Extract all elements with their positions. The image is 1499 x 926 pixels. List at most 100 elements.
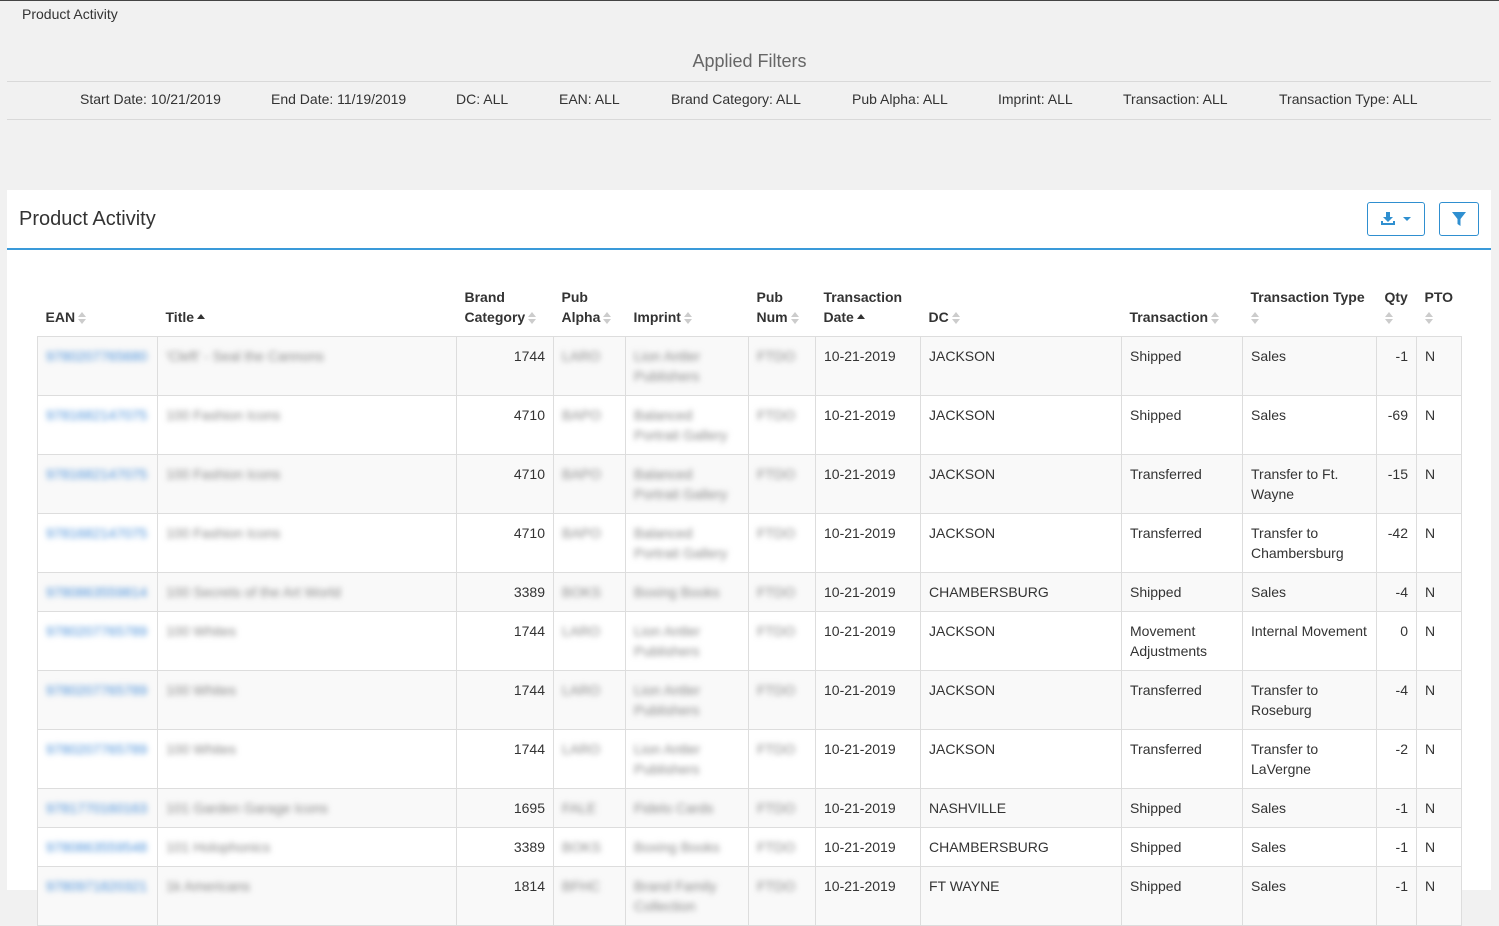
pub-num-cell: FTDO xyxy=(748,513,816,573)
sort-icon xyxy=(1250,311,1259,324)
col-header-ean[interactable]: EAN xyxy=(37,276,158,337)
table-row: 9780207765789 100 Whites 1744 LARO Lion Antl… xyxy=(37,611,1462,671)
brand-category-cell: 3389 xyxy=(456,572,554,612)
table-row: 9780207765789 100 Whites 1744 LARO Lion Antl… xyxy=(37,729,1462,789)
filter-button[interactable] xyxy=(1439,202,1479,236)
sort-asc-icon xyxy=(856,313,865,322)
pub-num-cell: FTDO xyxy=(748,866,816,926)
transaction-type-cell: Sales xyxy=(1242,572,1377,612)
download-icon xyxy=(1381,212,1395,225)
transaction-date-cell: 10-21-2019 xyxy=(815,827,921,867)
ean-cell[interactable]: 9780207765680 xyxy=(37,336,158,396)
imprint-cell: Boxing Books xyxy=(625,572,749,612)
col-header-transaction[interactable]: Transaction xyxy=(1121,276,1243,337)
filter-transaction-type: Transaction Type: ALL xyxy=(1279,91,1418,107)
qty-cell: -1 xyxy=(1376,336,1417,396)
filter-end-date: End Date: 11/19/2019 xyxy=(271,91,407,107)
qty-cell: -4 xyxy=(1376,572,1417,612)
filter-dc: DC: ALL xyxy=(456,91,509,107)
col-header-transaction-date[interactable]: Transaction Date xyxy=(815,276,921,337)
pto-cell: N xyxy=(1416,670,1462,730)
ean-cell[interactable]: 9781682147075 xyxy=(37,395,158,455)
title-cell: 100 Whites xyxy=(157,670,457,730)
col-header-pub-alpha[interactable]: Pub Alpha xyxy=(553,276,626,337)
pto-cell: N xyxy=(1416,513,1462,573)
imprint-cell: Boxing Books xyxy=(625,827,749,867)
ean-cell[interactable]: 9780207765789 xyxy=(37,611,158,671)
table-row: 9780207765789 100 Whites 1744 LARO Lion Antl… xyxy=(37,670,1462,730)
transaction-cell: Transferred xyxy=(1121,729,1243,789)
pub-num-cell: FTDO xyxy=(748,395,816,455)
col-header-transaction-type[interactable]: Transaction Type xyxy=(1242,276,1377,337)
download-button[interactable] xyxy=(1367,202,1425,236)
qty-cell: -15 xyxy=(1376,454,1417,514)
imprint-cell: Balanced Portrait Gallery xyxy=(625,395,749,455)
applied-filters-bar: Start Date: 10/21/2019 End Date: 11/19/2… xyxy=(7,81,1491,120)
col-header-brand-category[interactable]: Brand Category xyxy=(456,276,554,337)
col-header-pub-num[interactable]: Pub Num xyxy=(748,276,816,337)
dc-cell: JACKSON xyxy=(920,611,1122,671)
title-cell: 1k Americans xyxy=(157,866,457,926)
pub-alpha-cell: BAPO xyxy=(553,395,626,455)
table-row: 9780207765680 'Cleft' - Seal the Cannons 1… xyxy=(37,336,1462,396)
chevron-down-icon xyxy=(1403,217,1411,221)
table-row: 9781682147075 100 Fashion Icons 4710 BAPO Ba… xyxy=(37,395,1462,455)
ean-cell[interactable]: 9781682147075 xyxy=(37,513,158,573)
ean-cell[interactable]: 9780971820321 xyxy=(37,866,158,926)
imprint-cell: Balanced Portrait Gallery xyxy=(625,454,749,514)
sort-icon xyxy=(790,311,799,324)
qty-cell: -1 xyxy=(1376,866,1417,926)
pto-cell: N xyxy=(1416,572,1462,612)
pub-num-cell: FTDO xyxy=(748,788,816,828)
ean-cell[interactable]: 9780207765789 xyxy=(37,670,158,730)
pub-num-cell: FTDO xyxy=(748,827,816,867)
dc-cell: JACKSON xyxy=(920,729,1122,789)
product-activity-panel: Product Activity EAN Title Brand Categor… xyxy=(7,190,1491,926)
table-header-row: EAN Title Brand Category Pub Alpha Impri… xyxy=(37,276,1462,337)
imprint-cell: Fidelo Cards xyxy=(625,788,749,828)
dc-cell: NASHVILLE xyxy=(920,788,1122,828)
ean-cell[interactable]: 9781770160163 xyxy=(37,788,158,828)
col-header-dc[interactable]: DC xyxy=(920,276,1122,337)
transaction-date-cell: 10-21-2019 xyxy=(815,611,921,671)
table-row: 9780863559814 100 Secrets of the Art Worl… xyxy=(37,572,1462,612)
sort-asc-icon xyxy=(197,313,206,322)
dc-cell: JACKSON xyxy=(920,670,1122,730)
filter-transaction: Transaction: ALL xyxy=(1123,91,1228,107)
col-header-pto[interactable]: PTO xyxy=(1416,276,1462,337)
sort-icon xyxy=(1384,311,1393,324)
transaction-cell: Movement Adjustments xyxy=(1121,611,1243,671)
transaction-type-cell: Transfer to LaVergne xyxy=(1242,729,1377,789)
sort-icon xyxy=(78,311,87,324)
brand-category-cell: 1744 xyxy=(456,611,554,671)
sort-icon xyxy=(528,311,537,324)
dc-cell: FT WAYNE xyxy=(920,866,1122,926)
ean-cell[interactable]: 9780863559548 xyxy=(37,827,158,867)
col-header-imprint[interactable]: Imprint xyxy=(625,276,749,337)
ean-cell[interactable]: 9780863559814 xyxy=(37,572,158,612)
sort-icon xyxy=(603,311,612,324)
brand-category-cell: 3389 xyxy=(456,827,554,867)
transaction-cell: Shipped xyxy=(1121,395,1243,455)
transaction-date-cell: 10-21-2019 xyxy=(815,866,921,926)
imprint-cell: Brand Family Collection xyxy=(625,866,749,926)
qty-cell: -1 xyxy=(1376,827,1417,867)
title-cell: 'Cleft' - Seal the Cannons xyxy=(157,336,457,396)
qty-cell: -1 xyxy=(1376,788,1417,828)
filter-brand-category: Brand Category: ALL xyxy=(671,91,801,107)
sort-icon xyxy=(1211,311,1220,324)
dc-cell: CHAMBERSBURG xyxy=(920,827,1122,867)
pub-alpha-cell: LARO xyxy=(553,729,626,789)
transaction-type-cell: Transfer to Chambersburg xyxy=(1242,513,1377,573)
col-header-qty[interactable]: Qty xyxy=(1376,276,1417,337)
col-header-title[interactable]: Title xyxy=(157,276,457,337)
pub-num-cell: FTDO xyxy=(748,454,816,514)
ean-cell[interactable]: 9781682147075 xyxy=(37,454,158,514)
dc-cell: CHAMBERSBURG xyxy=(920,572,1122,612)
brand-category-cell: 4710 xyxy=(456,513,554,573)
sort-icon xyxy=(1424,311,1433,324)
title-cell: 101 Holophonics xyxy=(157,827,457,867)
title-cell: 100 Whites xyxy=(157,611,457,671)
qty-cell: -2 xyxy=(1376,729,1417,789)
ean-cell[interactable]: 9780207765789 xyxy=(37,729,158,789)
